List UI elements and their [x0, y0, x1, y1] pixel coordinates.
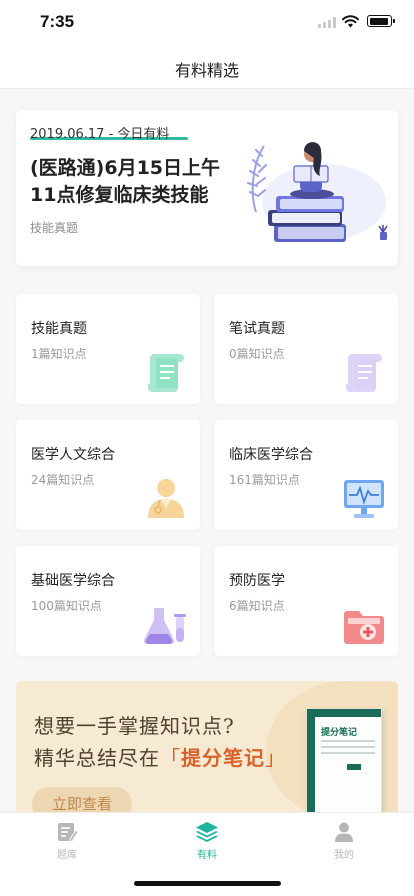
battery-icon [367, 15, 395, 27]
featured-article-card[interactable]: 2019.06.17 - 今日有料 (医路通)6月15日上午11点修复临床类技能… [16, 110, 398, 266]
category-name: 基础医学综合 [31, 573, 115, 589]
wifi-icon [342, 15, 359, 28]
doctor-icon [148, 479, 184, 518]
category-name: 笔试真题 [229, 321, 285, 337]
category-count: 6篇知识点 [229, 599, 285, 613]
category-card-written-exam[interactable]: 笔试真题 0篇知识点 [214, 294, 398, 404]
monitor-icon [344, 480, 384, 518]
bracket-close: 」 [265, 746, 286, 770]
promo-subline: 精华总结尽在「提分笔记」 [34, 742, 286, 771]
category-count: 161篇知识点 [229, 473, 300, 487]
layers-icon [196, 822, 218, 842]
featured-title: (医路通)6月15日上午11点修复临床类技能 [30, 157, 221, 206]
tab-label: 题库 [57, 850, 77, 861]
category-card-basic-medicine[interactable]: 基础医学综合 100篇知识点 [16, 546, 200, 656]
question-bank-icon [58, 823, 78, 843]
page-title: 有料精选 [174, 61, 239, 80]
promo-subline-prefix: 精华总结尽在 [34, 746, 160, 770]
tab-label: 有料 [197, 850, 217, 861]
tab-question-bank[interactable]: 题库 [37, 821, 97, 861]
category-name: 技能真题 [31, 321, 87, 337]
bracket-open: 「 [160, 746, 181, 770]
tab-profile[interactable]: 我的 [314, 821, 374, 861]
promo-headline: 想要一手掌握知识点? [34, 714, 235, 738]
category-card-medical-humanities[interactable]: 医学人文综合 24篇知识点 [16, 420, 200, 530]
category-name: 预防医学 [229, 573, 285, 589]
notes-icon [346, 354, 382, 392]
nav-bar: 有料精选 [0, 44, 414, 89]
profile-icon [335, 822, 353, 842]
tab-label: 我的 [334, 850, 354, 861]
medical-folder-icon [344, 611, 384, 644]
status-time: 7:35 [40, 12, 75, 31]
lab-flask-icon [144, 608, 186, 645]
category-card-skills-exam[interactable]: 技能真题 1篇知识点 [16, 294, 200, 404]
category-name: 临床医学综合 [229, 447, 313, 463]
featured-date-label: 2019.06.17 - 今日有料 [30, 127, 170, 142]
category-card-preventive-medicine[interactable]: 预防医学 6篇知识点 [214, 546, 398, 656]
category-count: 100篇知识点 [31, 599, 102, 613]
book-cover-image: 提分笔记 [306, 708, 382, 820]
book-title: 提分笔记 [321, 728, 358, 738]
home-indicator [134, 881, 281, 886]
document-icon [148, 354, 184, 392]
category-count: 0篇知识点 [229, 347, 285, 361]
category-count: 1篇知识点 [31, 347, 87, 361]
category-name: 医学人文综合 [31, 447, 115, 463]
status-bar: 7:35 [0, 0, 414, 44]
promo-highlight: 提分笔记 [181, 746, 265, 770]
tab-featured[interactable]: 有料 [177, 821, 237, 861]
featured-tag: 技能真题 [30, 221, 79, 235]
reading-person-illustration [247, 142, 388, 242]
category-count: 24篇知识点 [31, 473, 95, 487]
promo-banner[interactable]: 想要一手掌握知识点? 精华总结尽在「提分笔记」 立即查看 提分笔记 [16, 681, 398, 821]
signal-icon [318, 17, 336, 28]
category-card-clinical-medicine[interactable]: 临床医学综合 161篇知识点 [214, 420, 398, 530]
